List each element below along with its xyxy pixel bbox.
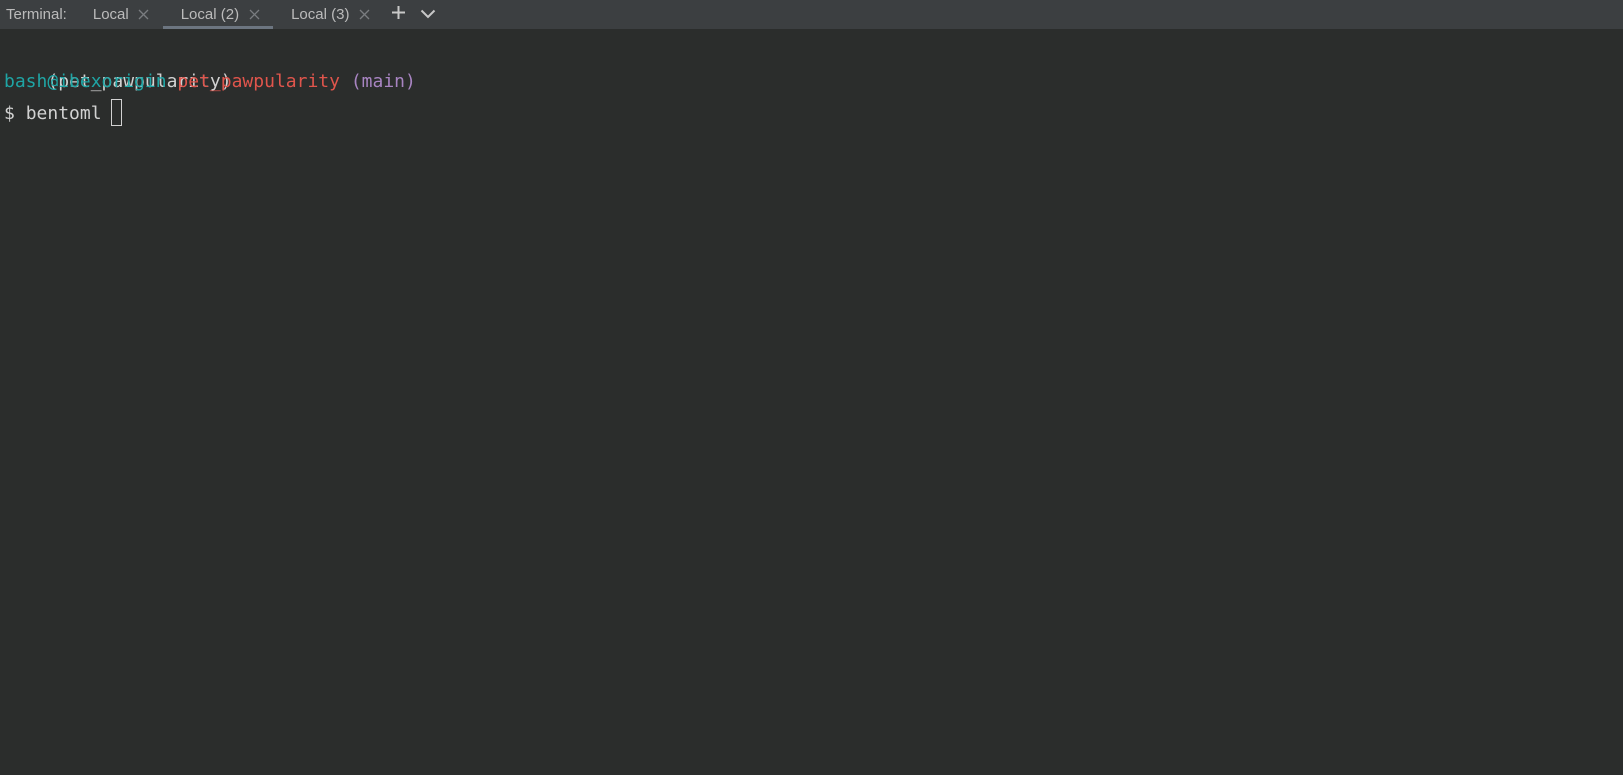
terminal-output[interactable]: (pet_pawpularity) bash@ibexorigin pet_pa… [0,29,1623,775]
prompt-branch: (main) [350,71,416,92]
terminal-tabbar: Terminal: Local Local (2) Local (3) [0,0,1623,29]
command-line[interactable]: $ bentoml [4,98,1623,130]
tab-list-dropdown-button[interactable] [413,0,443,29]
tab-label: Local [92,6,129,23]
chevron-down-icon [420,6,436,23]
prompt-user-host: bash@ibexorigin [4,71,167,92]
terminal-title: Terminal: [6,6,67,23]
tab-label: Local (2) [180,6,240,23]
close-icon[interactable] [357,8,371,22]
tab-local-2[interactable]: Local (2) [162,0,274,29]
tab-label: Local (3) [291,6,350,23]
prompt-line: bash@ibexorigin pet_pawpularity (main) [4,66,1623,98]
close-icon[interactable] [137,8,151,22]
command-text: bentoml [25,103,102,124]
prompt-directory: pet_pawpularity [177,71,340,92]
prompt-symbol: $ [4,103,15,124]
text-cursor [110,98,122,126]
new-tab-button[interactable] [383,0,413,29]
plus-icon [391,5,406,24]
tab-local-3[interactable]: Local (3) [273,0,383,29]
close-icon[interactable] [247,8,261,22]
venv-line: (pet_pawpularity) [4,34,1623,92]
tab-local[interactable]: Local [81,0,163,29]
